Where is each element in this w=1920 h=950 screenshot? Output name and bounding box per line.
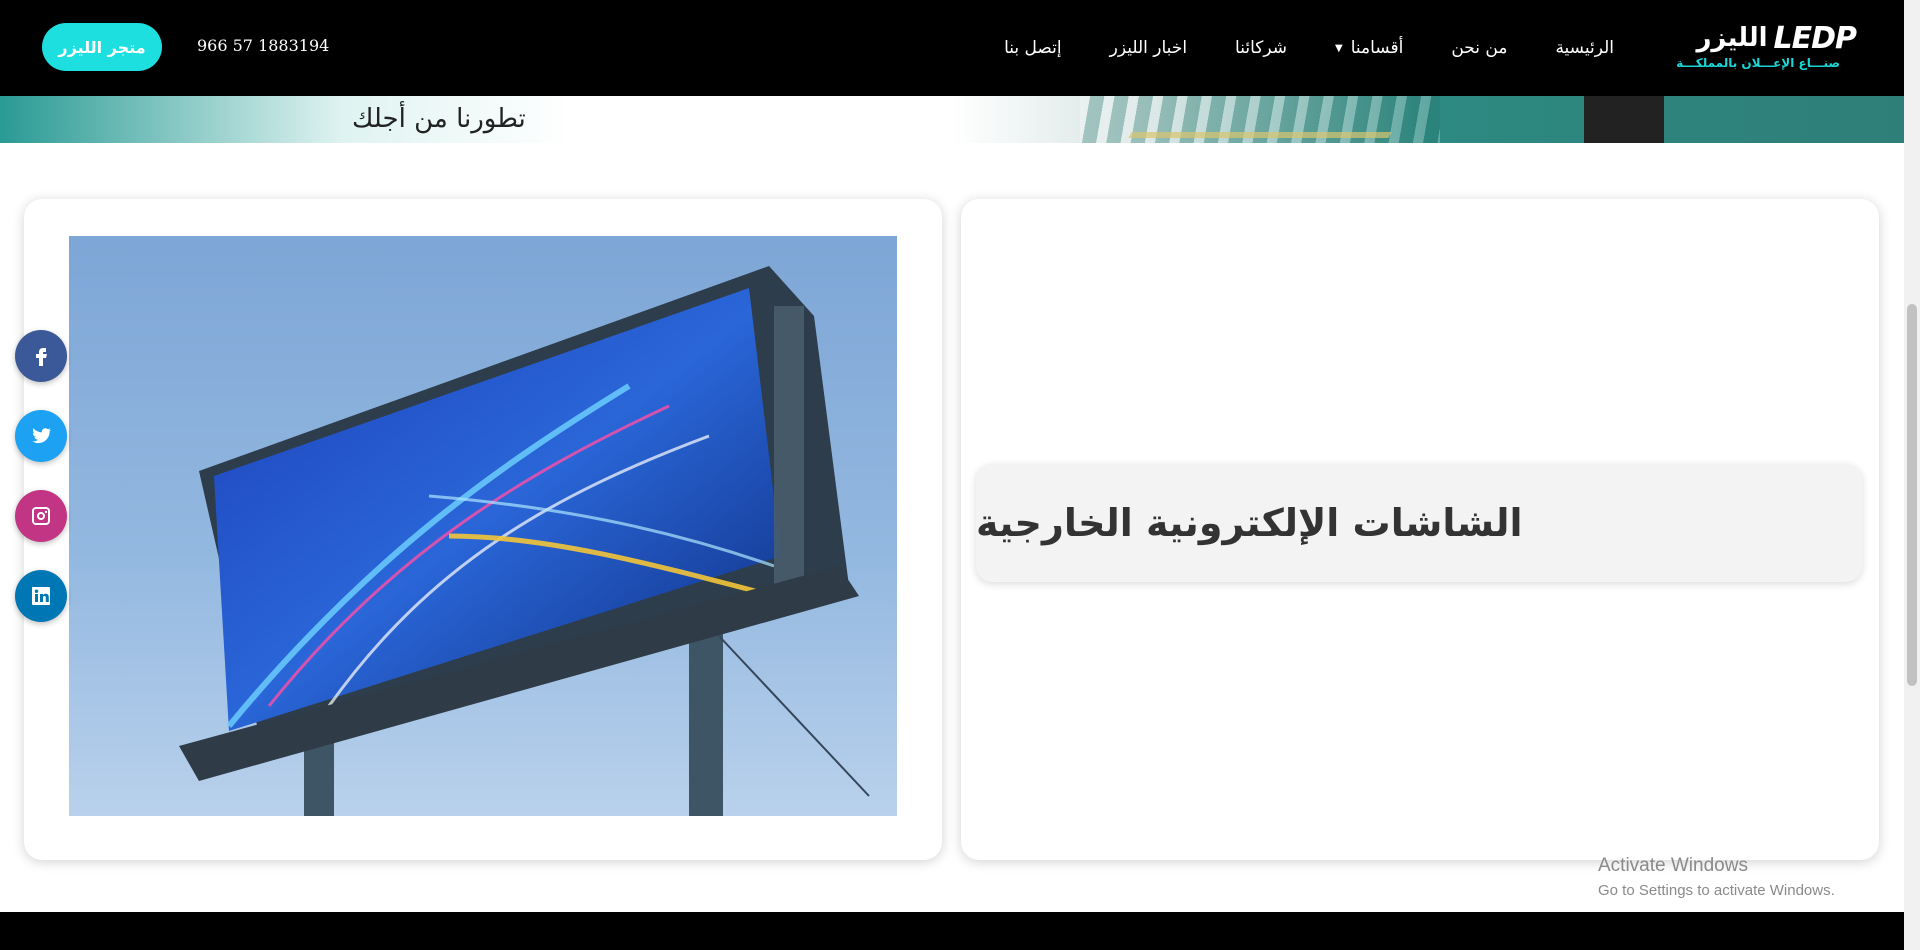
- info-card: الشاشات الإلكترونية الخارجية: [961, 199, 1879, 860]
- logo-latin-text: LEDP: [1773, 20, 1857, 56]
- phone-number[interactable]: 966 57 1883194: [197, 36, 329, 55]
- footer-bar: [0, 912, 1904, 950]
- site-logo[interactable]: الليزر LEDP صنـــاع الإعـــلان بالمملكــ…: [1671, 18, 1857, 74]
- billboard-illustration: [179, 266, 870, 816]
- nav-item-about[interactable]: من نحن: [1451, 38, 1507, 58]
- nav-label: من نحن: [1451, 38, 1508, 58]
- title-box: الشاشات الإلكترونية الخارجية: [976, 464, 1862, 582]
- hero-decoration: [1584, 96, 1664, 143]
- main-nav: الرئيسية من نحن أقسامنا ▼ شركائنا اخبار …: [956, 0, 1614, 96]
- nav-item-news[interactable]: اخبار الليزر: [1110, 38, 1187, 58]
- hero-decoration: [1128, 132, 1392, 138]
- nav-label: شركائنا: [1235, 38, 1287, 58]
- linkedin-icon: [32, 587, 50, 605]
- page-scrollbar[interactable]: [1904, 0, 1920, 950]
- hero-tagline: تطورنا من أجلك: [352, 104, 526, 134]
- nav-label: إتصل بنا: [1004, 38, 1062, 58]
- nav-label: اخبار الليزر: [1109, 38, 1188, 58]
- facebook-icon: [36, 348, 47, 366]
- nav-item-sections[interactable]: أقسامنا ▼: [1335, 38, 1403, 58]
- nav-item-contact[interactable]: إتصل بنا: [1004, 38, 1062, 58]
- twitter-icon: [32, 428, 52, 444]
- image-card: [24, 199, 942, 860]
- hero-banner: [0, 96, 1904, 143]
- nav-item-home[interactable]: الرئيسية: [1555, 38, 1614, 58]
- logo-mark: الليزر LEDP: [1671, 18, 1857, 58]
- twitter-button[interactable]: [15, 410, 67, 462]
- nav-item-partners[interactable]: شركائنا: [1235, 38, 1287, 58]
- facebook-button[interactable]: [15, 330, 67, 382]
- scrollbar-thumb[interactable]: [1907, 304, 1917, 686]
- activation-watermark-title: Activate Windows: [1598, 855, 1748, 876]
- nav-label: أقسامنا: [1350, 38, 1404, 58]
- logo-arabic-text: الليزر: [1696, 23, 1768, 53]
- instagram-icon: [32, 507, 50, 525]
- section-title: الشاشات الإلكترونية الخارجية: [976, 501, 1523, 545]
- instagram-button[interactable]: [15, 490, 67, 542]
- caret-down-icon: ▼: [1335, 42, 1343, 54]
- nav-label: الرئيسية: [1555, 38, 1614, 58]
- billboard-image: [69, 236, 897, 816]
- site-header: الليزر LEDP صنـــاع الإعـــلان بالمملكــ…: [0, 0, 1904, 96]
- logo-tagline: صنـــاع الإعـــلان بالمملكـــة: [1676, 56, 1840, 70]
- store-button[interactable]: متجر الليزر: [42, 23, 162, 71]
- activation-watermark-subtitle: Go to Settings to activate Windows.: [1598, 882, 1835, 899]
- linkedin-button[interactable]: [15, 570, 67, 622]
